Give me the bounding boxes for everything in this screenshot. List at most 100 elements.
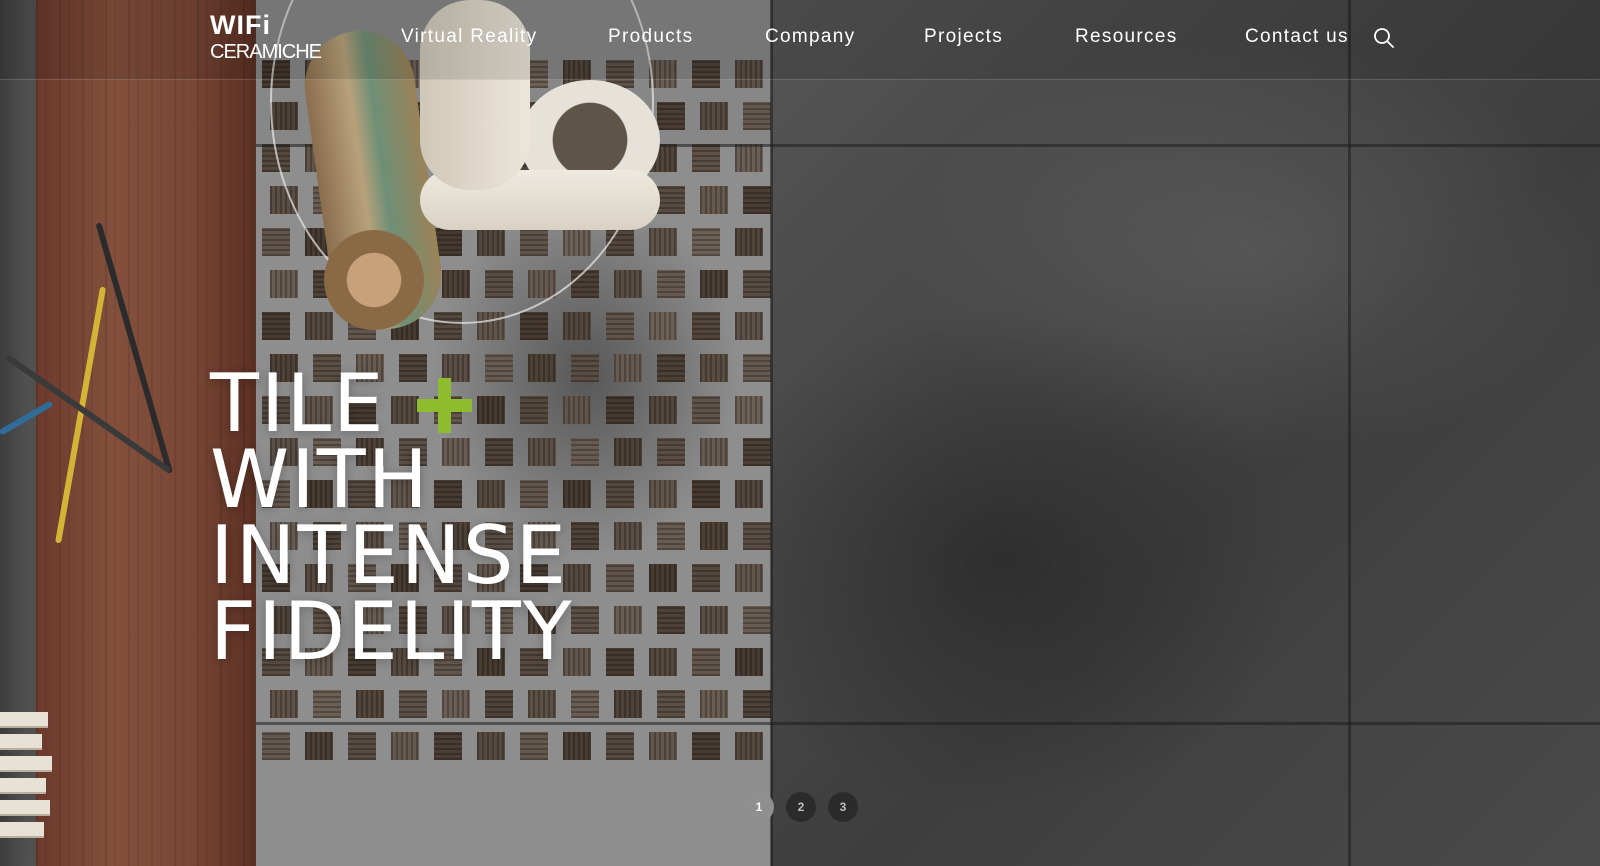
tile-pattern-square — [571, 354, 599, 382]
book-image — [0, 800, 50, 816]
tile-pattern-square — [700, 270, 728, 298]
hero-headline: TILE WITH INTENSE FIDELITY — [210, 357, 574, 678]
tile-pattern-square — [571, 690, 599, 718]
book-image — [0, 734, 42, 750]
tile-pattern-square — [606, 648, 634, 676]
tile-pattern-square — [262, 732, 290, 760]
tile-pattern-square — [563, 732, 591, 760]
tile-pattern-square — [434, 732, 462, 760]
tile-pattern-square — [692, 648, 720, 676]
nav-contact-us[interactable]: Contact us — [1245, 24, 1349, 50]
tile-pattern-square — [743, 606, 771, 634]
nav-products[interactable]: Products — [608, 24, 693, 50]
tile-pattern-square — [391, 732, 419, 760]
tile-pattern-square — [692, 480, 720, 508]
tile-pattern-square — [743, 438, 771, 466]
grout-line — [256, 722, 1600, 725]
logo-subtitle: CERAMICHE — [210, 41, 322, 63]
headline-line: TILE — [210, 357, 386, 450]
logo-wordmark: WIFi — [210, 10, 271, 40]
tile-pattern-square — [657, 102, 685, 130]
tile-pattern-square — [614, 354, 642, 382]
tile-pattern-square — [520, 732, 548, 760]
tile-pattern-square — [657, 690, 685, 718]
tile-pattern-square — [735, 228, 763, 256]
nav-projects[interactable]: Projects — [924, 24, 1003, 50]
tile-pattern-square — [649, 228, 677, 256]
tile-pattern-square — [563, 312, 591, 340]
slide-page-1[interactable]: 1 — [744, 792, 774, 822]
tile-pattern-square — [743, 186, 771, 214]
site-header: WIFi CERAMICHE Virtual Reality Products … — [0, 0, 1600, 80]
tile-pattern-square — [442, 690, 470, 718]
nav-company[interactable]: Company — [765, 24, 855, 50]
tile-pattern-square — [743, 354, 771, 382]
tile-pattern-square — [649, 312, 677, 340]
tile-pattern-square — [743, 102, 771, 130]
nav-resources[interactable]: Resources — [1075, 24, 1178, 50]
nav-virtual-reality[interactable]: Virtual Reality — [401, 24, 537, 50]
tile-pattern-square — [657, 186, 685, 214]
tile-pattern-square — [700, 606, 728, 634]
slide-page-3[interactable]: 3 — [828, 792, 858, 822]
tile-pattern-square — [735, 396, 763, 424]
headline-line: FIDELITY — [210, 585, 574, 678]
tile-pattern-square — [614, 270, 642, 298]
book-image — [0, 756, 52, 772]
tile-pattern-square — [649, 480, 677, 508]
tile-pattern-square — [348, 732, 376, 760]
headline-line: WITH — [210, 433, 430, 526]
tile-pattern-square — [692, 396, 720, 424]
tile-pattern-square — [270, 270, 298, 298]
tile-pattern-square — [571, 522, 599, 550]
tile-pattern-square — [649, 648, 677, 676]
grout-line — [770, 0, 773, 866]
tile-pattern-square — [692, 228, 720, 256]
tile-pattern-square — [657, 354, 685, 382]
book-image — [0, 712, 48, 728]
tile-pattern-square — [700, 690, 728, 718]
tile-pattern-square — [262, 312, 290, 340]
tile-pattern-square — [606, 564, 634, 592]
tile-pattern-square — [270, 690, 298, 718]
rolled-plan-image — [324, 230, 424, 330]
tile-pattern-square — [262, 228, 290, 256]
tile-pattern-square — [700, 522, 728, 550]
tile-pattern-square — [614, 438, 642, 466]
tile-pattern-square — [700, 354, 728, 382]
tile-pattern-square — [305, 312, 333, 340]
tile-pattern-square — [735, 312, 763, 340]
tile-pattern-square — [649, 564, 677, 592]
tile-pattern-square — [700, 186, 728, 214]
tile-pattern-square — [743, 270, 771, 298]
tile-pattern-square — [356, 690, 384, 718]
tile-pattern-square — [700, 438, 728, 466]
tile-pattern-square — [477, 732, 505, 760]
tile-pattern-square — [692, 144, 720, 172]
tile-pattern-square — [657, 438, 685, 466]
plus-icon — [417, 378, 472, 433]
tile-pattern-square — [305, 732, 333, 760]
slide-page-2[interactable]: 2 — [786, 792, 816, 822]
tile-pattern-square — [313, 690, 341, 718]
tile-pattern-square — [657, 522, 685, 550]
tile-pattern-square — [399, 690, 427, 718]
wifi-ceramiche-logo[interactable]: WIFi CERAMICHE — [210, 12, 322, 64]
tile-pattern-square — [735, 732, 763, 760]
tile-pattern-square — [571, 438, 599, 466]
tile-pattern-square — [649, 732, 677, 760]
tile-pattern-square — [692, 312, 720, 340]
book-image — [0, 778, 46, 794]
tile-pattern-square — [735, 564, 763, 592]
tile-pattern-square — [735, 480, 763, 508]
tile-pattern-square — [735, 144, 763, 172]
tile-pattern-square — [614, 606, 642, 634]
tile-pattern-square — [692, 564, 720, 592]
search-icon[interactable] — [1372, 26, 1396, 50]
tile-pattern-square — [700, 102, 728, 130]
tile-pattern-square — [485, 690, 513, 718]
tile-pattern-square — [614, 690, 642, 718]
tile-pattern-square — [735, 648, 763, 676]
tile-pattern-square — [743, 690, 771, 718]
tile-pattern-square — [606, 732, 634, 760]
